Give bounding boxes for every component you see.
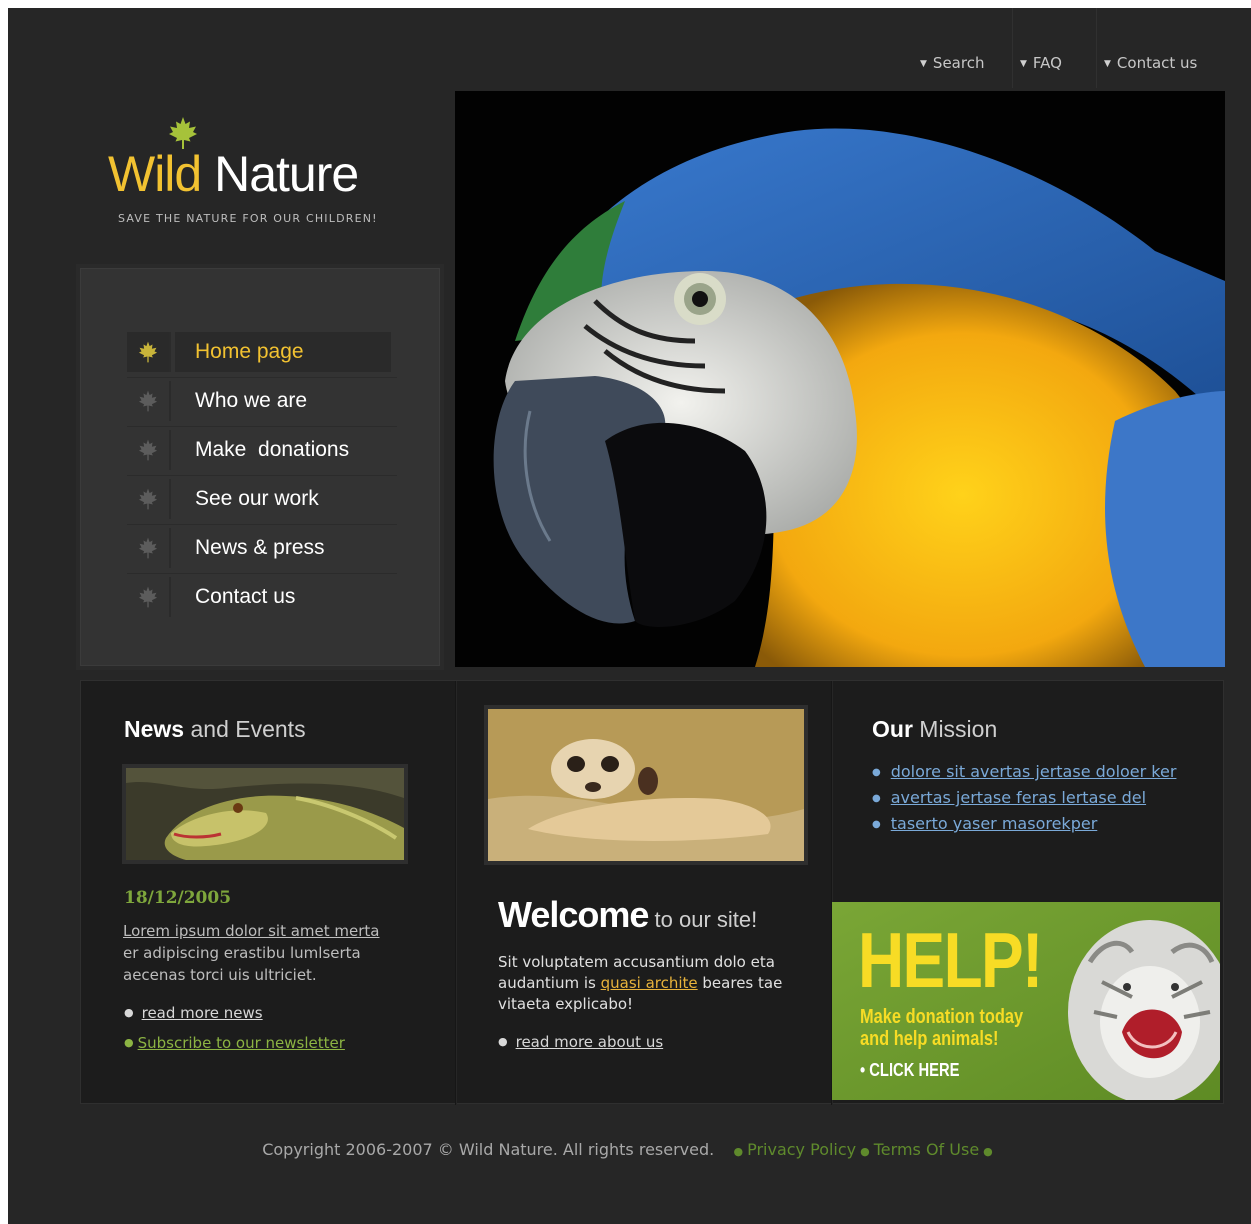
mission-heading: Our Mission [872, 716, 997, 743]
triangle-down-icon: ▼ [1020, 59, 1027, 69]
news-heading: News and Events [124, 716, 306, 743]
menu-item-contact-us[interactable]: Contact us [127, 574, 397, 623]
news-date: 18/12/2005 [124, 888, 232, 908]
nav-contact-label[interactable]: Contact us [1117, 54, 1197, 72]
logo-title: Wild Nature [108, 144, 359, 204]
menu-item-who-we-are[interactable]: Who we are [127, 378, 397, 427]
nav-faq-label[interactable]: FAQ [1033, 54, 1062, 72]
news-heading-bold: News [124, 716, 185, 742]
menu-item-label[interactable]: Make donations [195, 430, 349, 470]
welcome-highlight-link[interactable]: quasi archite [601, 974, 698, 992]
welcome-heading: Welcome to our site! [498, 894, 757, 936]
maple-leaf-icon [127, 430, 169, 470]
maple-leaf-icon [127, 577, 169, 617]
iguana-image [122, 764, 408, 864]
maple-leaf-icon [127, 528, 169, 568]
news-text: Lorem ipsum dolor sit amet merta er adip… [123, 920, 398, 986]
bullet-icon: ● [124, 1036, 134, 1049]
mission-link[interactable]: ● taserto yaser masorekper [872, 814, 1176, 840]
footer-bullet-icon: ● [733, 1145, 744, 1158]
menu-item-label[interactable]: Home page [195, 332, 304, 372]
maple-leaf-icon [127, 479, 169, 519]
welcome-text: Sit voluptatem accusantium dolo eta auda… [498, 952, 798, 1015]
bullet-icon: ● [124, 1006, 134, 1019]
meerkat-image [484, 705, 808, 865]
mission-link[interactable]: ● dolore sit avertas jertase doloer ker [872, 762, 1176, 788]
menu-item-label[interactable]: See our work [195, 479, 319, 519]
bullet-icon: ● [872, 793, 881, 804]
mission-list: ● dolore sit avertas jertase doloer ker ●… [872, 762, 1176, 840]
read-more-about-label[interactable]: read more about us [516, 1033, 664, 1051]
help-line-2: and help animals! [860, 1028, 999, 1050]
menu-item-news-press[interactable]: News & press [127, 525, 397, 574]
footer: Copyright 2006-2007 © Wild Nature. All r… [8, 1140, 1251, 1159]
hero-parrot-image [455, 91, 1225, 667]
footer-bullet-icon: ● [983, 1145, 993, 1158]
triangle-down-icon: ▼ [1104, 59, 1111, 69]
welcome-heading-small: to our site! [648, 907, 758, 932]
column-divider [455, 681, 457, 1105]
help-subtitle: Make donation today and help animals! [860, 1006, 1023, 1050]
welcome-heading-big: Welcome [498, 894, 649, 935]
mission-link-label[interactable]: dolore sit avertas jertase doloer ker [891, 762, 1177, 781]
mission-link-label[interactable]: avertas jertase feras lertase del [891, 788, 1146, 807]
mission-link-label[interactable]: taserto yaser masorekper [891, 814, 1098, 833]
nav-contact-link[interactable]: ▼ Contact us [1104, 52, 1197, 74]
menu-item-label[interactable]: News & press [195, 528, 325, 568]
click-here-button[interactable]: • CLICK HERE [860, 1060, 959, 1081]
menu-divider [169, 332, 171, 372]
help-title: HELP! [858, 916, 1043, 1004]
menu-divider [169, 479, 171, 519]
read-more-news-link[interactable]: ● read more news [124, 1004, 263, 1022]
mission-heading-bold: Our [872, 716, 913, 742]
top-nav: ▼ Search ▼ FAQ ▼ Contact us [908, 8, 1218, 88]
read-more-news-label[interactable]: read more news [142, 1004, 263, 1022]
subscribe-newsletter-label[interactable]: Subscribe to our newsletter [138, 1034, 345, 1052]
maple-leaf-icon [127, 332, 169, 372]
triangle-down-icon: ▼ [920, 59, 927, 69]
page: ▼ Search ▼ FAQ ▼ Contact us Wild Nature SAV… [8, 8, 1251, 1224]
menu-divider [169, 577, 171, 617]
menu-item-make-donations[interactable]: Make donations [127, 427, 397, 476]
bullet-icon: ● [498, 1035, 508, 1048]
nav-search-link[interactable]: ▼ Search [920, 52, 984, 74]
news-heading-rest: and Events [184, 716, 306, 742]
main-menu-panel: Home page Who we are Make donations See … [80, 268, 440, 666]
menu-item-home[interactable]: Home page [127, 329, 397, 378]
nav-search-label[interactable]: Search [933, 54, 985, 72]
help-line-1: Make donation today [860, 1006, 1024, 1028]
mission-link[interactable]: ● avertas jertase feras lertase del [872, 788, 1176, 814]
privacy-policy-link[interactable]: Privacy Policy [747, 1140, 856, 1159]
read-more-about-link[interactable]: ● read more about us [498, 1033, 663, 1051]
menu-divider [169, 430, 171, 470]
menu-divider [169, 381, 171, 421]
menu-item-label[interactable]: Contact us [195, 577, 295, 617]
news-text-rest: er adipiscing erastibu lumlserta aecenas… [123, 944, 361, 984]
main-menu: Home page Who we are Make donations See … [127, 329, 397, 623]
terms-of-use-link[interactable]: Terms Of Use [874, 1140, 979, 1159]
logo-word-wild: Wild [108, 146, 202, 202]
mission-heading-rest: Mission [912, 716, 998, 742]
donation-banner[interactable]: HELP! Make donation today and help anima… [832, 902, 1220, 1100]
maple-leaf-icon [127, 381, 169, 421]
logo-tagline: SAVE THE NATURE FOR OUR CHILDREN! [118, 212, 378, 225]
site-logo[interactable]: Wild Nature SAVE THE NATURE FOR OUR CHIL… [108, 116, 418, 236]
copyright-text: Copyright 2006-2007 © Wild Nature. All r… [262, 1140, 715, 1159]
nav-divider [1096, 8, 1097, 88]
bullet-icon: ● [872, 819, 881, 830]
nav-faq-link[interactable]: ▼ FAQ [1020, 52, 1062, 74]
logo-word-nature: Nature [214, 146, 359, 202]
nav-divider [1012, 8, 1013, 88]
news-text-link[interactable]: Lorem ipsum dolor sit amet merta [123, 922, 379, 940]
footer-bullet-icon: ● [860, 1145, 870, 1158]
bullet-icon: ● [872, 767, 881, 778]
menu-item-see-our-work[interactable]: See our work [127, 476, 397, 525]
menu-item-label[interactable]: Who we are [195, 381, 307, 421]
subscribe-newsletter-link[interactable]: ● Subscribe to our newsletter [124, 1034, 345, 1052]
menu-divider [169, 528, 171, 568]
